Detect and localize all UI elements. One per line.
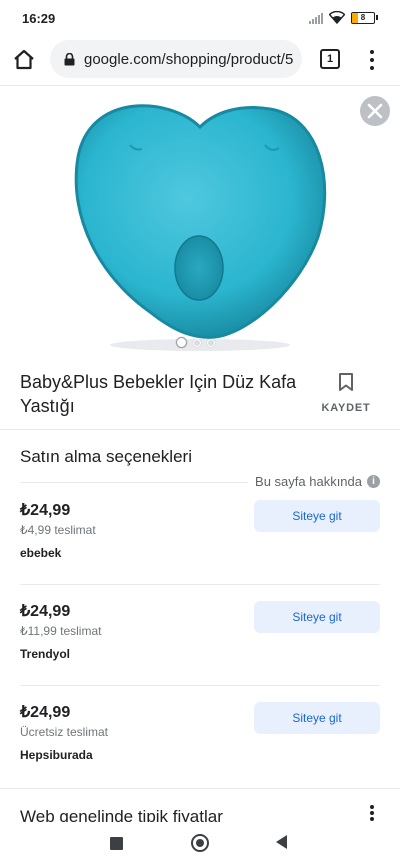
save-button[interactable]: KAYDET	[318, 372, 374, 416]
home-nav-button[interactable]	[191, 834, 209, 852]
close-icon	[367, 103, 383, 119]
offer-price: ₺24,99	[20, 704, 71, 721]
purchase-options-title: Satın alma seçenekleri	[20, 447, 192, 466]
battery-level: 8	[360, 12, 366, 22]
offer-shipping: ₺11,99 teslimat	[20, 624, 102, 638]
system-nav-bar	[0, 822, 400, 866]
offer-shipping: Ücretsiz teslimat	[20, 725, 109, 739]
more-options-icon[interactable]	[370, 805, 374, 821]
home-button[interactable]	[10, 46, 38, 74]
menu-dot-icon	[370, 66, 374, 70]
offer-store: Trendyol	[20, 647, 71, 661]
menu-dot-icon	[370, 805, 374, 809]
signal-icon	[309, 12, 323, 24]
menu-dot-icon	[370, 817, 374, 821]
tab-switcher-button[interactable]: 1	[320, 49, 340, 69]
url-text: google.com/shopping/product/53	[84, 51, 294, 68]
close-button[interactable]	[360, 96, 390, 126]
battery-icon: 8	[351, 11, 375, 24]
visit-site-button[interactable]: Siteye git	[254, 500, 380, 532]
menu-dot-icon	[370, 811, 374, 815]
carousel-dot-active[interactable]	[176, 337, 187, 348]
offer-store: Hepsiburada	[20, 748, 93, 762]
typical-prices-section: Web genelinde tipik fiyatlar	[0, 788, 400, 822]
offer-row: ₺24,99 Ücretsiz teslimat Hepsiburada Sit…	[20, 686, 380, 787]
carousel-dots	[176, 337, 215, 348]
carousel-dot[interactable]	[207, 338, 215, 347]
offer-store: ebebek	[20, 546, 62, 560]
browser-menu-button[interactable]	[364, 47, 380, 73]
visit-site-button[interactable]: Siteye git	[254, 702, 380, 734]
status-bar: 16:29 8	[0, 0, 400, 34]
visit-site-button[interactable]: Siteye git	[254, 601, 380, 633]
divider	[20, 482, 248, 483]
status-icons: 8	[309, 11, 378, 24]
offer-row: ₺24,99 ₺11,99 teslimat Trendyol Siteye g…	[20, 585, 380, 686]
bookmark-icon	[339, 373, 353, 391]
product-title-row: Baby&Plus Bebekler Için Düz Kafa Yastığı…	[0, 358, 400, 430]
menu-dot-icon	[370, 50, 374, 54]
wifi-icon	[329, 11, 345, 24]
browser-toolbar: google.com/shopping/product/53 1	[0, 34, 400, 86]
status-time: 16:29	[22, 11, 56, 26]
product-image	[74, 104, 327, 351]
url-bar[interactable]: google.com/shopping/product/53	[50, 40, 302, 78]
recent-apps-button[interactable]	[110, 837, 123, 850]
typical-prices-title: Web genelinde tipik fiyatlar	[20, 807, 223, 822]
home-icon	[14, 49, 34, 70]
offer-shipping: ₺4,99 teslimat	[20, 523, 96, 537]
back-button[interactable]	[276, 835, 287, 849]
lock-icon	[64, 53, 75, 66]
product-image-carousel[interactable]	[0, 87, 400, 357]
offer-price: ₺24,99	[20, 603, 71, 620]
battery-cap	[376, 15, 378, 20]
product-title: Baby&Plus Bebekler Için Düz Kafa Yastığı	[20, 372, 297, 416]
carousel-dot[interactable]	[193, 338, 201, 347]
offer-price: ₺24,99	[20, 502, 71, 519]
save-label: KAYDET	[321, 402, 371, 414]
offer-row: ₺24,99 ₺4,99 teslimat ebebek Siteye git	[20, 484, 380, 585]
menu-dot-icon	[370, 58, 374, 62]
